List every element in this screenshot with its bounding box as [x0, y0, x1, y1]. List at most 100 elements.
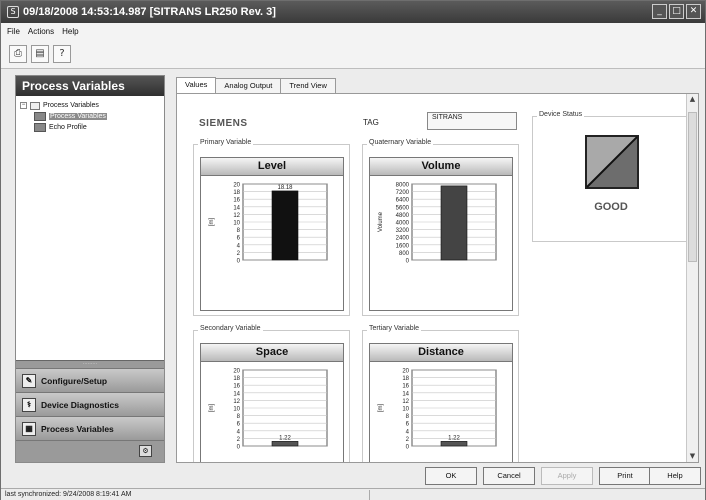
print-button[interactable]: Print [599, 467, 651, 485]
group-label: Primary Variable [198, 139, 254, 146]
cancel-button[interactable]: Cancel [483, 467, 535, 485]
y-axis-label: [m] [209, 218, 215, 227]
minimize-icon[interactable]: _ [652, 4, 667, 19]
nav-button-device-diagnostics[interactable]: ⚕ Device Diagnostics [16, 392, 164, 416]
y-tick-label: 6 [237, 236, 241, 242]
gauge-title: Distance [370, 344, 512, 362]
y-tick-label: 2 [406, 437, 410, 443]
siemens-app-icon[interactable]: S [7, 6, 19, 18]
y-tick-label: 6400 [396, 198, 410, 204]
y-tick-label: 20 [233, 369, 240, 375]
distance-gauge: Distance 0 2 4 6 8 10 12 14 16 18 20 [m] 1.22 [369, 343, 513, 462]
y-tick-label: 14 [233, 391, 240, 397]
maximize-icon[interactable]: □ [669, 4, 684, 19]
values-panel: SIEMENS TAG SITRANS Primary Variable Lev… [176, 93, 699, 463]
group-label: Secondary Variable [198, 325, 263, 332]
y-tick-label: 12 [402, 399, 409, 405]
level-gauge: Level 0 2 4 6 8 10 12 14 16 18 20 [m] 18.18 [200, 157, 344, 311]
tab-trend-view[interactable]: Trend View [280, 78, 336, 93]
y-tick-label: 16 [402, 384, 409, 390]
help-button[interactable]: Help [649, 467, 701, 485]
tree-item-echo-profile[interactable]: Echo Profile [20, 122, 160, 133]
menu-bar: File Actions Help [1, 23, 705, 39]
y-tick-label: 14 [402, 391, 409, 397]
nav-button-label: Configure/Setup [41, 375, 108, 386]
y-tick-label: 10 [402, 407, 409, 413]
level-chart: 0 2 46 810 12 1416 1820 [m] 18.18 [209, 183, 328, 265]
nav-button-configure-setup[interactable]: ✎ Configure/Setup [16, 368, 164, 392]
nav-button-process-variables[interactable]: ▦ Process Variables [16, 416, 164, 440]
process-variables-icon: ▦ [22, 421, 36, 436]
menu-actions[interactable]: Actions [28, 27, 54, 36]
y-axis-label: Volume [378, 211, 384, 232]
y-tick-label: 5600 [396, 205, 410, 211]
collapse-icon[interactable]: − [20, 102, 27, 109]
dialog-buttons: OK Cancel Apply Print Help [1, 467, 705, 487]
quaternary-variable-group: Quaternary Variable Volume 0 800 1600 2400 3… [362, 139, 519, 316]
title-bar[interactable]: S 09/18/2008 14:53:14.987 [SITRANS LR250… [1, 1, 705, 23]
tertiary-variable-group: Tertiary Variable Distance 0 2 4 6 8 10 12 14 16… [362, 325, 519, 462]
navigation-buttons: ········· ✎ Configure/Setup ⚕ Device Dia… [16, 360, 164, 462]
y-tick-label: 8000 [396, 183, 410, 189]
y-tick-label: 3200 [396, 228, 410, 234]
nav-button-label: Process Variables [41, 423, 114, 434]
volume-gauge: Volume 0 800 1600 2400 3200 4000 4800 5600 6400 7… [369, 157, 513, 311]
window-controls: _ □ ✕ [652, 4, 701, 19]
y-tick-label: 16 [233, 384, 240, 390]
y-tick-label: 20 [402, 369, 409, 375]
y-tick-label: 8 [237, 228, 241, 234]
bar [271, 190, 299, 261]
y-tick-label: 2 [237, 437, 241, 443]
y-tick-label: 4 [237, 429, 241, 435]
splitter-grip[interactable]: ········· [16, 360, 164, 368]
data-label: 1.22 [448, 435, 460, 441]
print-preview-icon[interactable]: ▤ [31, 44, 49, 63]
sync-status: last synchronized: 9/24/2008 8:19:41 AM [5, 491, 132, 498]
device-status-value: GOOD [594, 201, 628, 213]
group-label: Quaternary Variable [367, 139, 434, 146]
echo-profile-icon [34, 123, 46, 132]
nav-footer: ⚙ [16, 440, 164, 462]
data-label: 18.18 [277, 185, 293, 191]
group-label: Device Status [537, 111, 585, 118]
diagnostics-icon: ⚕ [22, 397, 36, 412]
y-tick-label: 0 [406, 445, 410, 451]
status-divider [369, 490, 370, 500]
nav-button-label: Device Diagnostics [41, 399, 119, 410]
y-tick-label: 2400 [396, 236, 410, 242]
y-tick-label: 14 [233, 205, 240, 211]
vertical-scrollbar[interactable]: ▲ ▼ [686, 94, 698, 462]
y-tick-label: 1600 [396, 243, 410, 249]
y-tick-label: 4 [237, 243, 241, 249]
bar [440, 185, 468, 261]
tag-field[interactable]: SITRANS [427, 112, 517, 130]
gauge-title: Space [201, 344, 343, 362]
menu-help[interactable]: Help [62, 27, 78, 36]
scroll-thumb[interactable] [688, 112, 697, 262]
y-tick-label: 4 [406, 429, 410, 435]
tab-strip: Values Analog Output Trend View [176, 77, 336, 93]
y-axis-label: [m] [209, 404, 215, 413]
y-tick-label: 4800 [396, 213, 410, 219]
tab-values[interactable]: Values [176, 77, 217, 93]
apply-button[interactable]: Apply [541, 467, 593, 485]
menu-file[interactable]: File [7, 27, 20, 36]
close-icon[interactable]: ✕ [686, 4, 701, 19]
y-tick-label: 0 [406, 259, 410, 265]
distance-chart: 0 2 46 810 12 1416 1820 [m] 1.22 [378, 369, 497, 451]
tab-analog-output[interactable]: Analog Output [215, 78, 282, 93]
ok-button[interactable]: OK [425, 467, 477, 485]
print-icon[interactable]: ⎙ [9, 44, 27, 63]
navigation-pane: Process Variables − Process Variables Pr… [15, 75, 165, 463]
context-help-icon[interactable]: ? [53, 44, 71, 63]
options-icon[interactable]: ⚙ [139, 445, 152, 457]
tree-item-process-variables-root[interactable]: − Process Variables [20, 100, 160, 111]
tree-item-label: Process Variables [49, 113, 107, 120]
gauge-title: Level [201, 158, 343, 176]
y-axis-label: [m] [378, 404, 384, 413]
scroll-down-icon[interactable]: ▼ [687, 451, 698, 462]
tree-item-process-variables[interactable]: Process Variables [20, 111, 160, 122]
volume-chart: 0 800 16002400 32004000 4800 56006400 72008000… [378, 183, 497, 265]
scroll-up-icon[interactable]: ▲ [687, 94, 698, 105]
data-label: 1.22 [279, 435, 291, 441]
